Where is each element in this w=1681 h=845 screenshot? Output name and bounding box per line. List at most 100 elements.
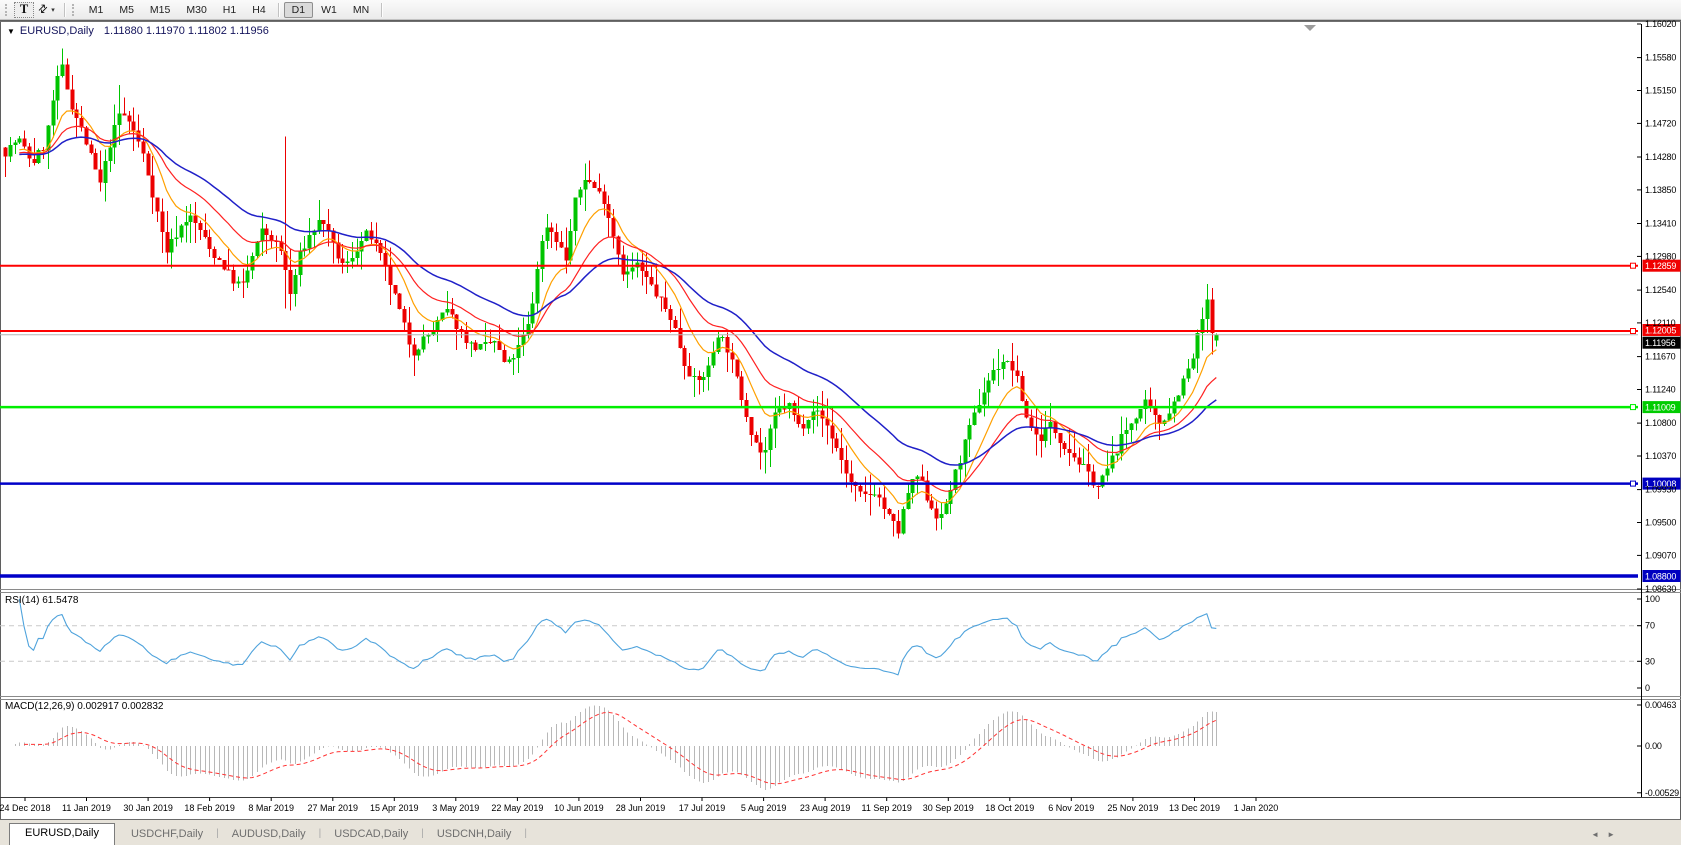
- tab-usdcad-daily[interactable]: USDCAD,Daily: [322, 825, 420, 845]
- candle-body: [963, 439, 968, 463]
- candle-body: [212, 249, 217, 259]
- price-axis-label: 1.13410: [1645, 219, 1676, 229]
- candle-body: [369, 230, 374, 240]
- candle-body: [1043, 428, 1048, 441]
- candle-body: [1010, 361, 1015, 371]
- candle-body: [692, 375, 697, 377]
- level-handle[interactable]: [1630, 404, 1636, 411]
- tab-usdchf-daily[interactable]: USDCHF,Daily: [119, 825, 215, 845]
- timeframe-button-h4[interactable]: H4: [244, 2, 273, 18]
- timeframe-button-d1[interactable]: D1: [283, 1, 314, 18]
- toolbar-grip[interactable]: [5, 3, 10, 16]
- macd-indicator-label: MACD(12,26,9) 0.002917 0.002832: [5, 701, 164, 712]
- candle-body: [445, 308, 450, 313]
- candle-body: [1105, 468, 1110, 476]
- tab-scroll-right-icon[interactable]: ►: [1607, 830, 1623, 839]
- candle-body: [402, 309, 407, 323]
- chart-ohlc-values: 1.11880 1.11970 1.11802 1.11956: [103, 25, 269, 37]
- price-axis-label: 1.10800: [1645, 418, 1676, 428]
- candle-body: [1205, 299, 1210, 319]
- candle-body: [640, 262, 645, 272]
- candle-body: [1214, 334, 1219, 341]
- candle-body: [644, 271, 649, 277]
- candle-body: [559, 241, 564, 248]
- toolbar: T ⇄ ▾ M1 M5 M15 M30 H1 H4 D1 W1 MN: [0, 0, 1681, 20]
- tab-usdcnh-daily[interactable]: USDCNH,Daily: [425, 825, 524, 845]
- candle-body: [298, 251, 303, 275]
- candle-body: [806, 419, 811, 429]
- candle-body: [340, 258, 345, 264]
- candle-body: [483, 342, 488, 344]
- candle-body: [763, 449, 768, 453]
- candle-body: [754, 435, 759, 443]
- candle-body: [725, 336, 730, 353]
- candle-body: [488, 342, 493, 343]
- candle-body: [231, 269, 236, 284]
- text-tool-button[interactable]: T: [14, 1, 34, 18]
- rsi-indicator-label: RSI(14) 61.5478: [5, 595, 79, 606]
- chart-canvas[interactable]: 1.128591.120051.119561.110091.100081.088…: [0, 0, 1681, 845]
- toolbar-grip[interactable]: [71, 3, 77, 16]
- candle-body: [844, 459, 849, 474]
- timeframe-button-m15[interactable]: M15: [142, 2, 178, 18]
- candle-body: [383, 253, 388, 266]
- date-axis-label: 10 Jun 2019: [554, 803, 604, 813]
- candle-body: [872, 494, 877, 496]
- candle-body: [578, 189, 583, 198]
- date-axis-label: 18 Oct 2019: [985, 803, 1034, 813]
- timeframe-button-m30[interactable]: M30: [178, 2, 214, 18]
- candle-body: [1100, 475, 1105, 487]
- collapse-triangle-icon[interactable]: ▼: [7, 27, 15, 36]
- candle-body: [459, 329, 464, 330]
- candle-body: [355, 251, 360, 259]
- toolbar-separator: [381, 2, 384, 17]
- tab-eurusd-daily[interactable]: EURUSD,Daily: [9, 823, 115, 845]
- candle-body: [782, 408, 787, 410]
- candle-body: [744, 399, 749, 417]
- candle-body: [65, 64, 70, 90]
- date-axis-label: 27 Mar 2019: [308, 803, 359, 813]
- tab-audusd-daily[interactable]: AUDUSD,Daily: [220, 825, 318, 845]
- level-handle[interactable]: [1630, 328, 1636, 334]
- candle-body: [1176, 395, 1181, 402]
- cursor-tool-button[interactable]: ⇄ ▾: [34, 2, 60, 18]
- candle-body: [630, 267, 635, 272]
- candle-body: [207, 236, 212, 249]
- candle-body: [663, 297, 668, 309]
- candle-body: [150, 175, 155, 198]
- candle-body: [882, 497, 887, 509]
- candle-body: [1086, 464, 1091, 472]
- candle-body: [530, 303, 535, 324]
- candle-body: [326, 224, 331, 231]
- timeframe-button-mn[interactable]: MN: [345, 2, 377, 18]
- candle-body: [682, 348, 687, 366]
- price-axis-label: 1.11240: [1645, 385, 1676, 395]
- price-axis-label: 1.12540: [1645, 285, 1676, 295]
- candle-body: [777, 408, 782, 413]
- level-handle[interactable]: [1630, 480, 1636, 487]
- candle-body: [179, 225, 184, 238]
- tab-scroll-left-icon[interactable]: ◄: [1591, 830, 1607, 839]
- date-axis-label: 17 Jul 2019: [679, 803, 726, 813]
- timeframe-button-h1[interactable]: H1: [215, 2, 244, 18]
- candle-body: [749, 417, 754, 436]
- price-axis-label: 1.13850: [1645, 185, 1676, 195]
- price-axis-label: 1.12110: [1645, 318, 1676, 328]
- candle-body: [98, 169, 103, 183]
- candle-body: [160, 211, 165, 232]
- candle-body: [573, 197, 578, 232]
- candle-body: [469, 342, 474, 344]
- timeframe-button-m5[interactable]: M5: [111, 2, 142, 18]
- candle-body: [450, 308, 455, 315]
- timeframe-button-m1[interactable]: M1: [81, 2, 112, 18]
- candle-body: [407, 322, 412, 345]
- candle-body: [649, 276, 654, 285]
- candle-body: [293, 275, 298, 294]
- candle-body: [188, 215, 193, 222]
- candle-body: [1195, 333, 1200, 359]
- timeframe-button-w1[interactable]: W1: [313, 2, 345, 18]
- price-axis-label: 1.10370: [1645, 451, 1676, 461]
- candle-body: [697, 375, 702, 381]
- candle-body: [70, 89, 75, 110]
- level-handle[interactable]: [1630, 262, 1636, 269]
